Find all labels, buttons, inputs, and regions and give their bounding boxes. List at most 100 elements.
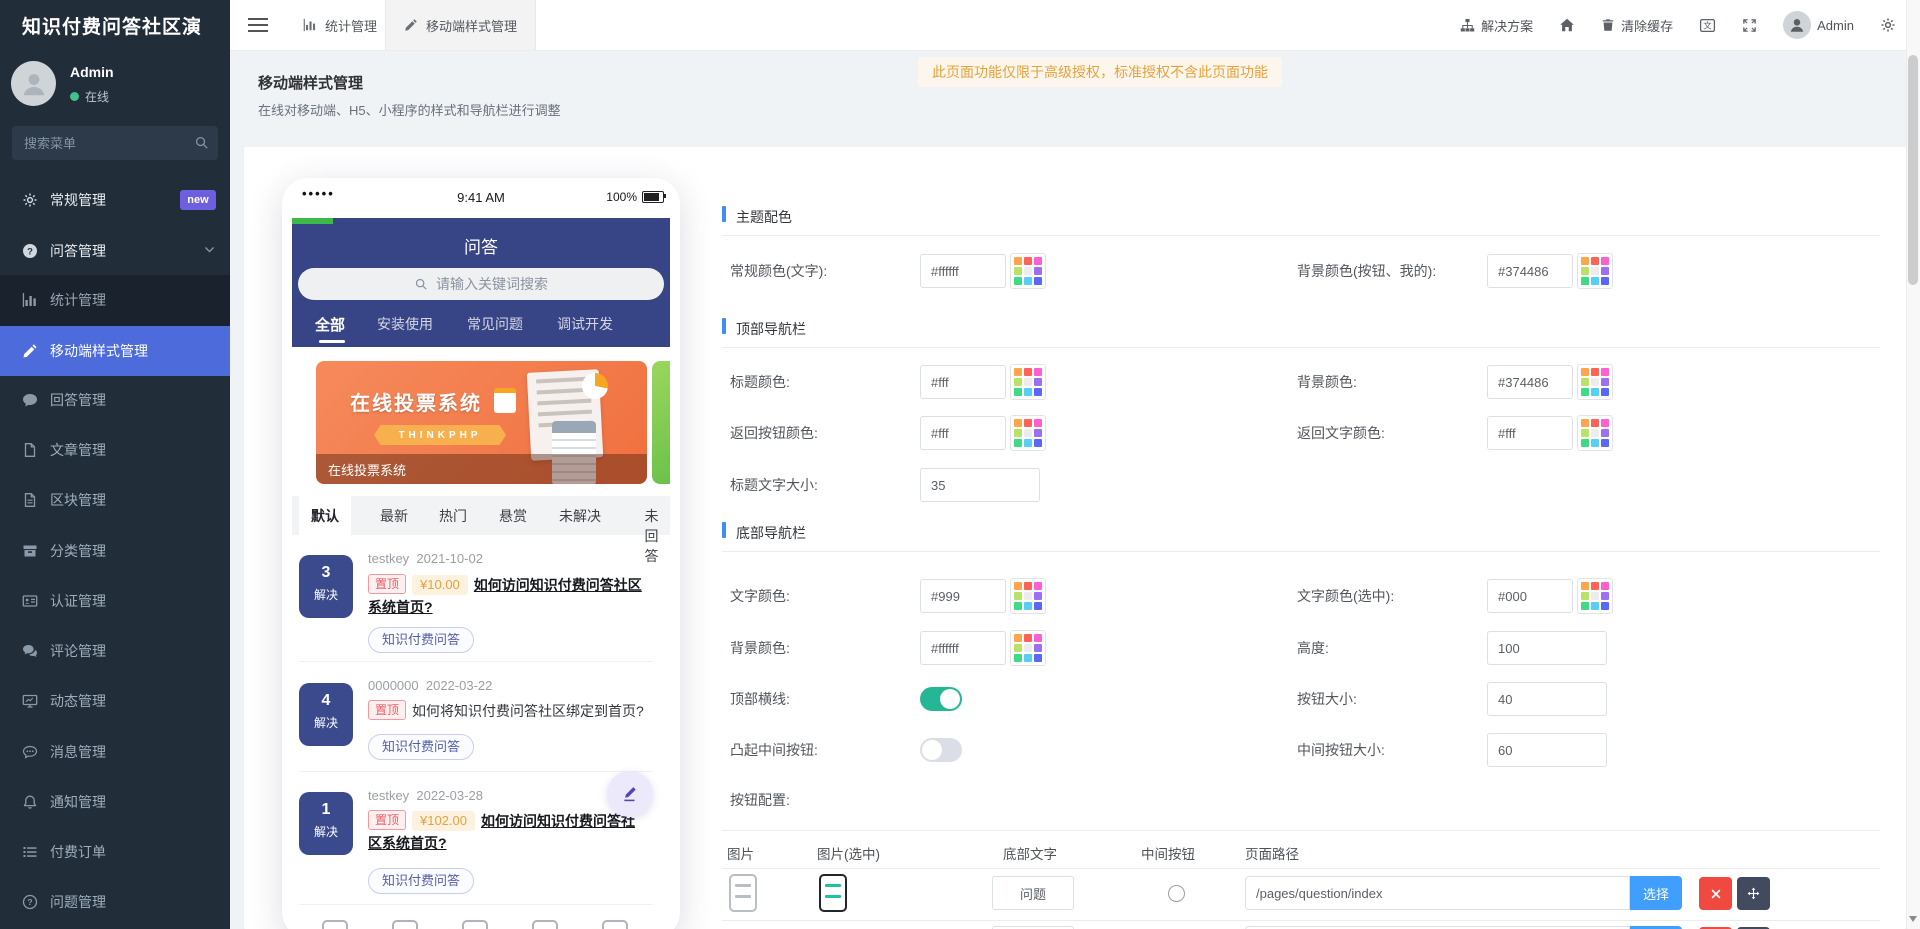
filter-tab-hot[interactable]: 热门	[439, 506, 467, 526]
sidebar-item-qa[interactable]: 问答管理	[0, 226, 230, 276]
question-title-link[interactable]: 如何访问知识付费问答社区系统首页?	[368, 813, 635, 851]
top-line-toggle[interactable]	[920, 687, 962, 711]
settings-button[interactable]	[1880, 17, 1896, 33]
sidebar-item-comments[interactable]: 评论管理	[0, 626, 230, 676]
sidebar-item-statistics[interactable]: 统计管理	[0, 275, 230, 325]
category-pill[interactable]: 知识付费问答	[368, 627, 474, 653]
color-picker-button[interactable]	[1577, 578, 1613, 614]
phone-search-bar[interactable]: 请输入关键词搜索	[298, 268, 664, 300]
filter-tab-default[interactable]: 默认	[299, 496, 351, 535]
phone-tabbar-icon	[462, 920, 488, 929]
back-text-color-input[interactable]	[1487, 416, 1573, 450]
phone-preview: ••••• 9:41 AM 100% 问答 请输入关键词搜索 全部 安装使用 常…	[282, 178, 680, 929]
tab-icon-selected-preview[interactable]	[819, 874, 847, 912]
sidebar-item-label: 移动端样式管理	[50, 341, 148, 361]
color-picker-button[interactable]	[1577, 415, 1613, 451]
foot-text-color-input[interactable]	[920, 579, 1006, 613]
color-picker-button[interactable]	[1010, 253, 1046, 289]
filter-tab-unsolved[interactable]: 未解决	[559, 506, 601, 526]
color-picker-button[interactable]	[1010, 630, 1046, 666]
hamburger-menu-icon[interactable]	[248, 18, 268, 32]
pencil-icon	[621, 785, 639, 803]
button-size-input[interactable]	[1487, 682, 1607, 716]
bg-color-input[interactable]	[1487, 254, 1573, 288]
filter-tab-bounty[interactable]: 悬赏	[499, 506, 527, 526]
file-icon	[22, 442, 38, 458]
label-top-line: 顶部横线:	[730, 689, 790, 709]
question-author: testkey	[368, 551, 409, 566]
fullscreen-button[interactable]	[1742, 18, 1757, 33]
color-picker-button[interactable]	[1010, 578, 1046, 614]
sidebar-item-certification[interactable]: 认证管理	[0, 576, 230, 626]
back-btn-color-input[interactable]	[920, 416, 1006, 450]
sidebar-item-answers[interactable]: 回答管理	[0, 375, 230, 425]
search-icon[interactable]	[194, 135, 209, 150]
foot-height-input[interactable]	[1487, 631, 1607, 665]
foot-bg-color-input[interactable]	[920, 631, 1006, 665]
phone-tab-debug[interactable]: 调试开发	[557, 314, 613, 334]
delete-row-button[interactable]	[1699, 877, 1732, 910]
page-path-input[interactable]	[1245, 876, 1630, 910]
center-button-radio[interactable]	[1168, 885, 1185, 902]
filter-tab-unanswered[interactable]: 未回答	[645, 506, 662, 566]
phone-tab-install[interactable]: 安装使用	[377, 314, 433, 334]
title-font-size-input[interactable]	[920, 468, 1040, 502]
question-title[interactable]: 如何将知识付费问答社区绑定到首页?	[412, 703, 644, 719]
color-picker-button[interactable]	[1577, 364, 1613, 400]
question-line: 置顶¥10.00如何访问知识付费问答社区系统首页?	[368, 574, 646, 618]
answer-count-badge: 1 解决	[299, 792, 353, 855]
move-row-button[interactable]	[1737, 877, 1770, 910]
color-picker-button[interactable]	[1577, 253, 1613, 289]
raised-center-button-toggle[interactable]	[920, 738, 962, 762]
clear-cache-button[interactable]: 清除缓存	[1601, 16, 1673, 35]
topnav-bg-color-input[interactable]	[1487, 365, 1573, 399]
sidebar-item-mobile-style[interactable]: 移动端样式管理	[0, 326, 230, 376]
label-foot-height: 高度:	[1297, 638, 1329, 658]
language-button[interactable]	[1699, 17, 1716, 34]
sidebar-item-paid-orders[interactable]: 付费订单	[0, 827, 230, 877]
sidebar-item-questions[interactable]: 问题管理	[0, 877, 230, 927]
sidebar-item-articles[interactable]: 文章管理	[0, 425, 230, 475]
select-path-button[interactable]: 选择	[1630, 876, 1682, 910]
phone-tab-all[interactable]: 全部	[315, 314, 345, 335]
tab-icon-preview[interactable]	[729, 874, 757, 912]
edit-style-button[interactable]	[607, 771, 653, 817]
normal-color-input[interactable]	[920, 254, 1006, 288]
phone-tab-faq[interactable]: 常见问题	[467, 314, 523, 334]
foot-text-color-selected-input[interactable]	[1487, 579, 1573, 613]
tab-statistics[interactable]: 统计管理	[285, 0, 395, 50]
section-accent-bar	[722, 318, 726, 334]
color-picker-button[interactable]	[1010, 364, 1046, 400]
sidebar-item-dynamics[interactable]: 动态管理	[0, 676, 230, 726]
question-meta: testkey 2021-10-02	[368, 551, 483, 566]
question-date: 2021-10-02	[416, 551, 483, 566]
scrollbar-down-arrow[interactable]	[1909, 916, 1917, 922]
sidebar-search-input[interactable]	[12, 126, 218, 160]
online-dot-icon	[70, 92, 79, 101]
banner-headline: 在线投票系统	[350, 387, 482, 416]
sidebar-item-blocks[interactable]: 区块管理	[0, 475, 230, 525]
pinned-tag: 置顶	[368, 700, 406, 720]
user-menu[interactable]: Admin	[1783, 11, 1854, 39]
bottom-text-input[interactable]	[992, 876, 1074, 910]
tab-mobile-style[interactable]: 移动端样式管理	[385, 0, 536, 50]
solution-button[interactable]: 解决方案	[1460, 16, 1533, 35]
home-button[interactable]	[1559, 17, 1575, 33]
label-title-font-size: 标题文字大小:	[730, 475, 818, 495]
title-color-input[interactable]	[920, 365, 1006, 399]
category-pill[interactable]: 知识付费问答	[368, 734, 474, 760]
solved-label: 解决	[299, 823, 353, 840]
question-line: 置顶¥102.00如何访问知识付费问答社区系统首页?	[368, 810, 646, 854]
color-picker-button[interactable]	[1010, 415, 1046, 451]
sidebar-item-categories[interactable]: 分类管理	[0, 526, 230, 576]
scrollbar-thumb[interactable]	[1908, 55, 1918, 285]
carousel-banner[interactable]: 在线投票系统 THINKPHP 在线投票系统	[316, 361, 647, 484]
category-pill[interactable]: 知识付费问答	[368, 868, 474, 894]
sidebar-item-notifications[interactable]: 通知管理	[0, 777, 230, 827]
filter-tab-newest[interactable]: 最新	[380, 506, 408, 526]
sidebar-item-messages[interactable]: 消息管理	[0, 727, 230, 777]
table-header-divider	[722, 868, 1880, 869]
question-date: 2022-03-28	[416, 788, 483, 803]
center-button-size-input[interactable]	[1487, 733, 1607, 767]
question-title-link[interactable]: 如何访问知识付费问答社区系统首页?	[368, 577, 642, 615]
